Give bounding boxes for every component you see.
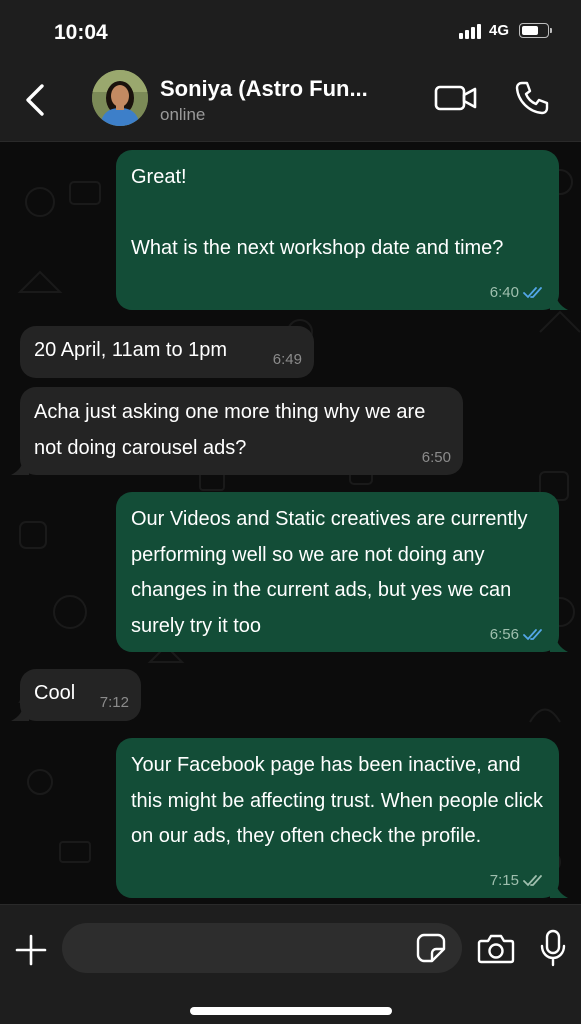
home-indicator[interactable] [190,1007,392,1015]
message-time: 7:15 [489,872,519,889]
message-meta: 6:40 [490,284,547,302]
voice-message-button[interactable] [540,929,566,967]
status-time: 10:04 [54,21,108,44]
camera-button[interactable] [477,933,515,965]
message-time: 6:56 [489,626,519,643]
message-time: 7:12 [99,694,129,711]
status-bar: 10:04 4G [0,0,581,62]
contact-name[interactable]: Soniya (Astro Fun... [160,76,412,102]
battery-icon [519,23,552,38]
bubble-tail [550,294,568,310]
message-time: 6:50 [421,449,451,466]
voice-call-button[interactable] [514,80,550,116]
bubble-tail [550,636,568,652]
message-text: Our Videos and Static creatives are curr… [131,508,534,637]
network-type: 4G [488,22,509,39]
read-receipt-icon [523,629,542,641]
bubble-tail [11,705,29,721]
camera-icon [477,934,515,964]
video-camera-icon [434,85,477,111]
attach-button[interactable] [14,933,48,967]
chat-header: Soniya (Astro Fun... online [0,62,581,142]
read-receipt-icon [523,287,542,299]
message-bubble-incoming[interactable]: Cool 7:12 [11,669,141,721]
message-meta: 6:50 [422,449,451,467]
sticker-icon [416,933,446,963]
sticker-button[interactable] [416,933,446,963]
message-text: Acha just asking one more thing why we a… [34,401,431,459]
bubble-tail [11,459,29,475]
message-time: 6:40 [489,284,519,301]
microphone-icon [540,929,566,967]
message-bubble-outgoing[interactable]: Your Facebook page has been inactive, an… [116,738,568,898]
avatar[interactable] [92,70,148,126]
video-call-button[interactable] [434,83,478,113]
phone-icon [515,81,549,115]
message-time: 6:49 [272,351,302,368]
avatar-image [92,70,148,126]
message-bubble-incoming[interactable]: 20 April, 11am to 1pm 6:49 [20,326,314,378]
message-text: Your Facebook page has been inactive, an… [131,754,549,847]
message-bubble-incoming[interactable]: Acha just asking one more thing why we a… [11,387,463,475]
message-list[interactable]: Great! What is the next workshop date an… [0,142,581,904]
back-button[interactable] [20,82,50,118]
message-meta: 7:15 [490,872,547,890]
contact-status: online [160,105,206,124]
bubble-tail [550,882,568,898]
delivered-receipt-icon [523,875,542,887]
cellular-signal-icon [458,23,481,39]
battery-level [522,26,538,35]
message-bubble-outgoing[interactable]: Our Videos and Static creatives are curr… [116,492,568,652]
message-meta: 6:49 [273,351,302,369]
message-bubble-outgoing[interactable]: Great! What is the next workshop date an… [116,150,568,310]
composer-bar [0,904,581,1024]
message-input[interactable] [62,923,462,973]
message-meta: 7:12 [100,694,129,712]
message-meta: 6:56 [490,626,547,644]
plus-icon [15,934,47,966]
chevron-left-icon [26,84,44,116]
status-indicators: 4G [458,22,552,39]
message-text: Great! What is the next workshop date an… [131,166,504,259]
